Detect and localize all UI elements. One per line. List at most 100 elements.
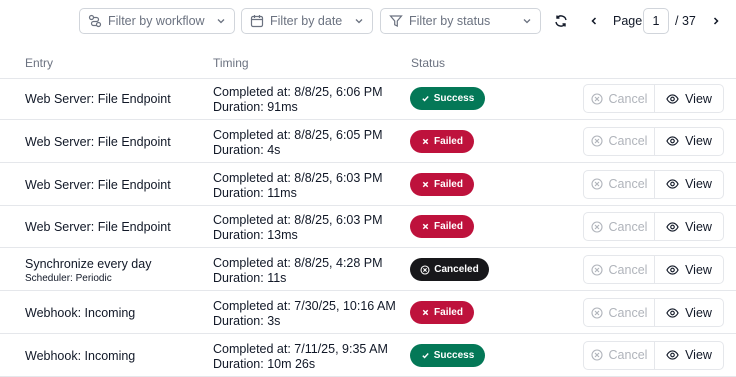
view-label: View [685,134,712,149]
status-badge: Failed [410,215,474,239]
table-row: Webhook: Incoming Completed at: 7/11/25, … [0,335,736,377]
page-number-input[interactable]: 1 [643,8,669,34]
view-button[interactable]: View [654,340,724,370]
entry-cell: Webhook: Incoming [25,335,135,377]
entry-cell: Web Server: File Endpoint [25,164,171,206]
duration: Duration: 11s [213,271,287,286]
column-header-entry: Entry [25,56,54,70]
status-label: Failed [434,221,463,233]
cancel-label: Cancel [608,348,648,363]
status-filter-select[interactable]: Filter by status [380,8,541,34]
status-label: Failed [434,135,463,147]
entry-name: Web Server: File Endpoint [25,134,171,149]
chevron-right-icon[interactable] [707,11,725,31]
status-badge: Success [410,343,485,367]
chevron-down-icon [354,16,364,26]
status-label: Success [433,349,475,361]
chevron-left-icon[interactable] [585,11,603,31]
completed-at: Completed at: 7/30/25, 10:16 AM [213,299,396,313]
cancel-button[interactable]: Cancel [583,340,655,370]
cancel-label: Cancel [608,262,648,277]
status-badge: Failed [410,129,474,153]
workflow-filter-select[interactable]: Filter by workflow [79,8,235,34]
status-label: Success [433,93,475,104]
table-row: Web Server: File Endpoint Completed at: 8… [0,78,736,120]
entry-cell: Synchronize every day Scheduler: Periodic [25,249,151,291]
eye-icon [666,135,679,147]
view-label: View [685,348,712,363]
view-button[interactable]: View [654,126,724,156]
table-row: Synchronize every day Scheduler: Periodic… [0,249,736,292]
x-icon [421,308,430,317]
refresh-icon[interactable] [551,11,571,31]
entry-cell: Webhook: Incoming [25,292,135,334]
status-badge: Canceled [410,258,489,282]
entry-name: Webhook: Incoming [25,306,136,320]
status-badge: Failed [410,172,474,196]
cancel-circle-icon [590,135,603,147]
column-header-status: Status [411,56,446,70]
entry-name: Web Server: File Endpoint [25,92,171,106]
cancel-button[interactable]: Cancel [583,298,655,327]
cancel-circle-icon [420,265,430,275]
toolbar: Filter by workflow Filter by date Filter… [0,0,736,44]
table-row: Web Server: File Endpoint Completed at: 8… [0,164,736,206]
view-button[interactable]: View [654,298,724,327]
cancel-button[interactable]: Cancel [583,212,655,242]
chevron-down-icon [216,16,226,26]
cancel-label: Cancel [608,91,648,106]
status-label: Canceled [434,264,479,276]
table-row: Web Server: File Endpoint Completed at: 8… [0,206,736,249]
duration: Duration: 13ms [213,228,298,243]
completed-at: Completed at: 7/11/25, 9:35 AM [213,341,388,356]
page-total: / 37 [675,14,696,28]
table-header: Entry Timing Status [0,44,736,79]
workflow-icon [88,14,102,28]
view-button[interactable]: View [654,169,724,199]
eye-icon [666,307,679,319]
date-filter-select[interactable]: Filter by date [241,8,373,34]
view-button[interactable]: View [654,84,724,113]
cancel-circle-icon [590,349,603,361]
cancel-circle-icon [590,178,603,190]
completed-at: Completed at: 8/8/25, 4:28 PM [213,256,383,271]
duration: Duration: 10m 26s [213,356,316,371]
funnel-icon [389,14,403,28]
eye-icon [666,178,679,190]
cancel-button[interactable]: Cancel [583,169,655,199]
chevron-down-icon [522,16,532,26]
eye-icon [666,221,679,233]
view-button[interactable]: View [654,212,724,242]
x-icon [421,180,430,189]
eye-icon [666,93,679,105]
cancel-label: Cancel [608,219,648,234]
completed-at: Completed at: 8/8/25, 6:05 PM [213,127,383,142]
cancel-button[interactable]: Cancel [583,126,655,156]
view-label: View [685,91,712,106]
status-filter-placeholder: Filter by status [409,14,491,28]
timing-cell: Completed at: 8/8/25, 4:28 PM Duration: 1… [213,256,383,286]
eye-icon [666,349,679,361]
cancel-label: Cancel [608,305,648,320]
timing-cell: Completed at: 8/8/25, 6:03 PM Duration: 1… [213,213,383,243]
entry-cell: Web Server: File Endpoint [25,206,171,248]
cancel-button[interactable]: Cancel [583,84,655,113]
status-label: Failed [434,178,463,190]
entry-name: Web Server: File Endpoint [25,177,171,192]
entry-subtitle: Scheduler: Periodic [25,272,112,284]
view-label: View [685,219,712,234]
view-label: View [685,177,712,192]
entry-name: Web Server: File Endpoint [25,220,171,235]
timing-cell: Completed at: 8/8/25, 6:03 PM Duration: 1… [213,171,383,201]
workflow-filter-placeholder: Filter by workflow [108,14,205,28]
check-icon [421,94,430,103]
duration: Duration: 11ms [213,185,297,200]
status-label: Failed [434,307,463,318]
view-label: View [685,305,712,320]
entry-name: Webhook: Incoming [25,348,136,363]
view-button[interactable]: View [654,255,724,285]
table-row: Web Server: File Endpoint Completed at: 8… [0,121,736,163]
entry-cell: Web Server: File Endpoint [25,78,171,120]
completed-at: Completed at: 8/8/25, 6:03 PM [213,170,383,185]
cancel-button[interactable]: Cancel [583,255,655,285]
